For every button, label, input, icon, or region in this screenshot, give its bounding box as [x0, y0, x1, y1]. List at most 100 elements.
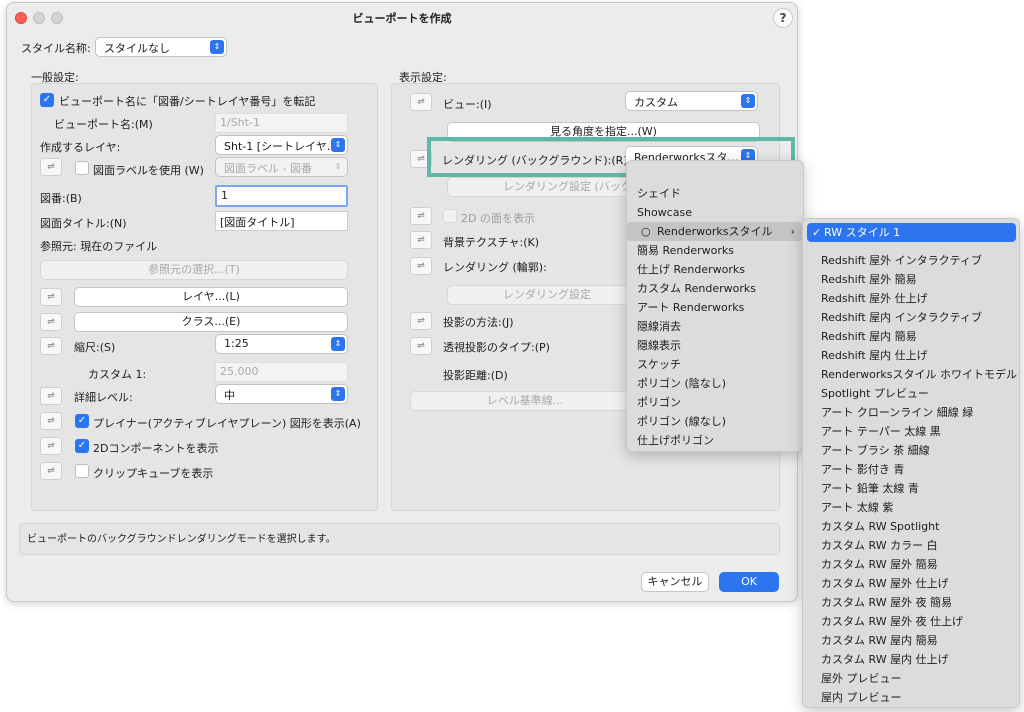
- render-line-settings-icon[interactable]: ⇌: [410, 257, 432, 275]
- detail-label: 詳細レベル:: [74, 391, 133, 404]
- style-item[interactable]: Redshift 屋外 仕上げ: [803, 289, 1019, 308]
- style-item[interactable]: アート 太線 紫: [803, 498, 1019, 517]
- vp-name-field[interactable]: 1/Sht-1: [215, 113, 348, 133]
- title-label: 図面タイトル:(N): [40, 217, 127, 230]
- scale-label: 縮尺:(S): [74, 341, 116, 354]
- style-item[interactable]: Spotlight プレビュー: [803, 384, 1019, 403]
- style-item[interactable]: Redshift 屋外 簡易: [803, 270, 1019, 289]
- cancel-button[interactable]: キャンセル: [641, 572, 709, 592]
- class-button[interactable]: クラス...(E): [74, 312, 348, 332]
- menu-item-hidden-line[interactable]: 隠線消去: [627, 317, 803, 336]
- planar-checkbox[interactable]: ✓: [75, 414, 89, 428]
- view-settings-icon[interactable]: ⇌: [410, 93, 432, 111]
- style-item[interactable]: Redshift 屋内 仕上げ: [803, 346, 1019, 365]
- menu-item-simple-rw[interactable]: 簡易 Renderworks: [627, 241, 803, 260]
- style-item[interactable]: カスタム RW カラー 白: [803, 536, 1019, 555]
- render-settings-button[interactable]: レンダリング設定 (バックグ: [447, 177, 647, 197]
- style-item[interactable]: アート 鉛筆 太線 青: [803, 479, 1019, 498]
- component-settings-icon[interactable]: ⇌: [40, 437, 62, 455]
- menu-item-renderworks-style-label: Renderworksスタイル: [657, 225, 773, 238]
- menu-item-polygon-noshade[interactable]: ポリゴン (陰なし): [627, 374, 803, 393]
- style-item[interactable]: カスタム RW 屋外 夜 仕上げ: [803, 612, 1019, 631]
- menu-item-dashed-hidden[interactable]: 隠線表示: [627, 336, 803, 355]
- class-settings-icon[interactable]: ⇌: [40, 313, 62, 331]
- checkmark-icon: ✓: [812, 226, 822, 239]
- style-item[interactable]: アート クローンライン 細線 緑: [803, 403, 1019, 422]
- detail-settings-icon[interactable]: ⇌: [40, 387, 62, 405]
- menu-item-sketch[interactable]: スケッチ: [627, 355, 803, 374]
- menu-item-renderworks-style[interactable]: ○ Renderworksスタイル ›: [627, 222, 803, 241]
- clip-checkbox[interactable]: [75, 464, 89, 478]
- render-line-label: レンダリング (輪郭):: [443, 261, 547, 274]
- persp-label: 透視投影のタイプ:(P): [443, 341, 550, 354]
- style-item[interactable]: Redshift 屋内 簡易: [803, 327, 1019, 346]
- style-item[interactable]: アート テーパー 太線 黒: [803, 422, 1019, 441]
- menu-item-polygon[interactable]: ポリゴン: [627, 393, 803, 412]
- style-item[interactable]: カスタム RW 屋外 夜 簡易: [803, 593, 1019, 612]
- bg-texture-settings-icon[interactable]: ⇌: [410, 231, 432, 249]
- menu-item-showcase[interactable]: Showcase: [627, 203, 803, 222]
- drawing-label-checkbox[interactable]: [75, 161, 89, 175]
- render-mode-menu: シェイド Showcase ○ Renderworksスタイル › 簡易 Ren…: [626, 160, 804, 452]
- bg-texture-label: 背景テクスチャ:(K): [443, 236, 540, 249]
- planar-settings-icon[interactable]: ⇌: [40, 412, 62, 430]
- scale-popup[interactable]: 1:25 ⇕: [215, 334, 348, 354]
- projection-settings-icon[interactable]: ⇌: [410, 312, 432, 330]
- style-item[interactable]: カスタム RW 屋内 簡易: [803, 631, 1019, 650]
- style-item[interactable]: カスタム RW Spotlight: [803, 517, 1019, 536]
- style-item[interactable]: カスタム RW 屋外 仕上げ: [803, 574, 1019, 593]
- submenu-chevron-icon: ›: [790, 225, 795, 238]
- persp-settings-icon[interactable]: ⇌: [410, 337, 432, 355]
- transfer-checkbox[interactable]: ✓: [40, 93, 54, 107]
- popup-arrows-icon: ⇕: [331, 337, 345, 351]
- style-item[interactable]: カスタム RW 屋内 仕上げ: [803, 650, 1019, 669]
- style-item[interactable]: Renderworksスタイル ホワイトモデル: [803, 365, 1019, 384]
- transfer-label: ビューポート名に「図番/シートレイヤ番号」を転記: [59, 95, 316, 108]
- style-item-rw1[interactable]: ✓ RW スタイル 1: [807, 223, 1016, 242]
- style-name-value: スタイルなし: [104, 42, 170, 55]
- drawing-label-settings-icon[interactable]: ⇌: [40, 158, 62, 176]
- menu-item-custom-rw[interactable]: カスタム Renderworks: [627, 279, 803, 298]
- number-field[interactable]: 1: [215, 185, 348, 207]
- view-popup[interactable]: カスタム ⇕: [625, 91, 758, 111]
- menu-item-final-polygon[interactable]: 仕上げポリゴン: [627, 431, 803, 450]
- menu-item-final-rw[interactable]: 仕上げ Renderworks: [627, 260, 803, 279]
- twod-label: 2D の面を表示: [461, 212, 535, 225]
- title-field[interactable]: [図面タイトル]: [215, 211, 348, 231]
- help-button[interactable]: ?: [773, 8, 793, 28]
- detail-value: 中: [224, 389, 235, 402]
- style-item[interactable]: カスタム RW 屋外 簡易: [803, 555, 1019, 574]
- render-bg-label: レンダリング (バックグラウンド):(R): [442, 154, 628, 167]
- drawing-label-popup[interactable]: 図面ラベル - 図番 ⇕: [215, 157, 348, 177]
- twod-settings-icon[interactable]: ⇌: [410, 207, 432, 225]
- custom-scale-field[interactable]: 25.000: [215, 362, 348, 382]
- style-item[interactable]: アート ブラシ 茶 細線: [803, 441, 1019, 460]
- menu-item-polygon-noline[interactable]: ポリゴン (線なし): [627, 412, 803, 431]
- menu-item-art-rw[interactable]: アート Renderworks: [627, 298, 803, 317]
- popup-arrows-icon: ⇕: [331, 387, 345, 401]
- style-item[interactable]: Redshift 屋内 インタラクティブ: [803, 308, 1019, 327]
- style-item[interactable]: 屋外 プレビュー: [803, 669, 1019, 688]
- layer-button[interactable]: レイヤ...(L): [74, 287, 348, 307]
- twod-checkbox[interactable]: [443, 209, 457, 223]
- style-name-popup[interactable]: スタイルなし ⇕: [95, 37, 227, 57]
- status-box: ビューポートのバックグラウンドレンダリングモードを選択します。: [19, 523, 780, 555]
- style-item-rw1-label: RW スタイル 1: [824, 226, 901, 239]
- layer-popup[interactable]: Sht-1 [シートレイヤ… ⇕: [215, 135, 348, 155]
- style-item[interactable]: 屋内 プレビュー: [803, 688, 1019, 707]
- scale-settings-icon[interactable]: ⇌: [40, 337, 62, 355]
- projection-label: 投影の方法:(J): [443, 316, 514, 329]
- reference-select-button[interactable]: 参照元の選択...(T): [40, 260, 348, 280]
- style-item[interactable]: アート 影付き 青: [803, 460, 1019, 479]
- menu-item-shade[interactable]: シェイド: [627, 184, 803, 203]
- clip-settings-icon[interactable]: ⇌: [40, 462, 62, 480]
- layer-settings-icon[interactable]: ⇌: [40, 288, 62, 306]
- component-checkbox[interactable]: ✓: [75, 439, 89, 453]
- style-item[interactable]: Redshift 屋外 インタラクティブ: [803, 251, 1019, 270]
- detail-popup[interactable]: 中 ⇕: [215, 384, 348, 404]
- layer-value: Sht-1 [シートレイヤ…: [224, 140, 338, 153]
- scale-value: 1:25: [224, 337, 249, 350]
- ok-button[interactable]: OK: [719, 572, 779, 592]
- render-settings-button-2[interactable]: レンダリング設定: [447, 285, 647, 305]
- level-button[interactable]: レベル基準線...: [410, 391, 640, 411]
